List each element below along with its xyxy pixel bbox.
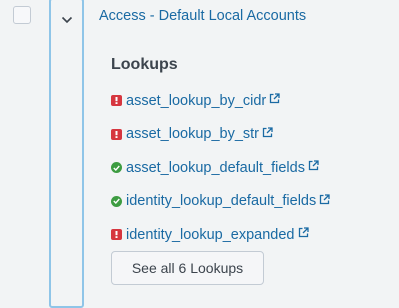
ok-status-icon xyxy=(111,162,122,174)
external-link-icon[interactable] xyxy=(308,160,319,171)
lookup-link[interactable]: asset_lookup_by_cidr xyxy=(126,93,266,109)
lookup-link[interactable]: asset_lookup_by_str xyxy=(126,126,259,142)
external-link-icon[interactable] xyxy=(269,93,280,104)
external-link-icon[interactable] xyxy=(262,127,273,138)
lookup-link[interactable]: identity_lookup_default_fields xyxy=(126,193,316,209)
list-item: asset_lookup_by_cidr xyxy=(111,84,330,118)
error-status-icon xyxy=(111,95,122,107)
error-status-icon xyxy=(111,128,122,140)
ok-status-icon xyxy=(111,195,122,207)
error-status-icon xyxy=(111,229,122,241)
external-link-icon[interactable] xyxy=(319,194,330,205)
lookup-list: asset_lookup_by_cidr asset_lookup_by_str… xyxy=(111,84,330,252)
lookup-link[interactable]: identity_lookup_expanded xyxy=(126,227,295,243)
row-title-link[interactable]: Access - Default Local Accounts xyxy=(99,8,306,24)
row-expand-toggle[interactable] xyxy=(49,0,84,308)
row-select-checkbox[interactable] xyxy=(13,6,31,24)
external-link-icon[interactable] xyxy=(298,227,309,238)
see-all-lookups-button[interactable]: See all 6 Lookups xyxy=(111,251,264,285)
list-item: asset_lookup_by_str xyxy=(111,118,330,152)
list-item: identity_lookup_expanded xyxy=(111,218,330,252)
list-item: asset_lookup_default_fields xyxy=(111,151,330,185)
chevron-down-icon xyxy=(61,16,73,24)
list-item: identity_lookup_default_fields xyxy=(111,185,330,219)
lookups-heading: Lookups xyxy=(111,56,178,73)
lookup-link[interactable]: asset_lookup_default_fields xyxy=(126,160,305,176)
